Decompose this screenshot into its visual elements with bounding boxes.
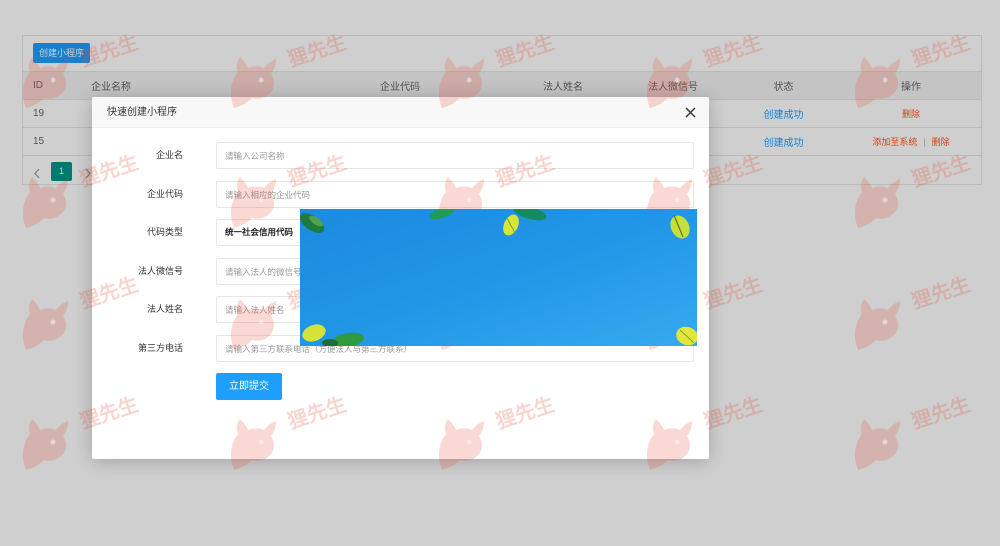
company-code-input[interactable] — [216, 181, 694, 208]
close-button[interactable] — [685, 107, 696, 118]
form-row-company-code: 企业代码 — [92, 181, 709, 208]
company-name-input[interactable] — [216, 142, 694, 169]
form-row-company-name: 企业名 — [92, 142, 709, 169]
company-code-label: 企业代码 — [146, 189, 183, 199]
code-type-label: 代码类型 — [146, 227, 183, 237]
third-party-phone-label: 第三方电话 — [137, 343, 183, 353]
submit-button[interactable]: 立即提交 — [216, 373, 282, 400]
close-icon — [685, 107, 696, 118]
legal-name-label: 法人姓名 — [146, 304, 183, 314]
legal-wechat-label: 法人微信号 — [137, 266, 183, 276]
code-type-value: 统一社会信用代码 — [225, 227, 294, 237]
banner-sky-picture — [300, 209, 697, 346]
company-name-label: 企业名 — [155, 150, 183, 160]
banner-image — [300, 209, 697, 346]
dialog-title: 快速创建小程序 — [92, 97, 709, 128]
